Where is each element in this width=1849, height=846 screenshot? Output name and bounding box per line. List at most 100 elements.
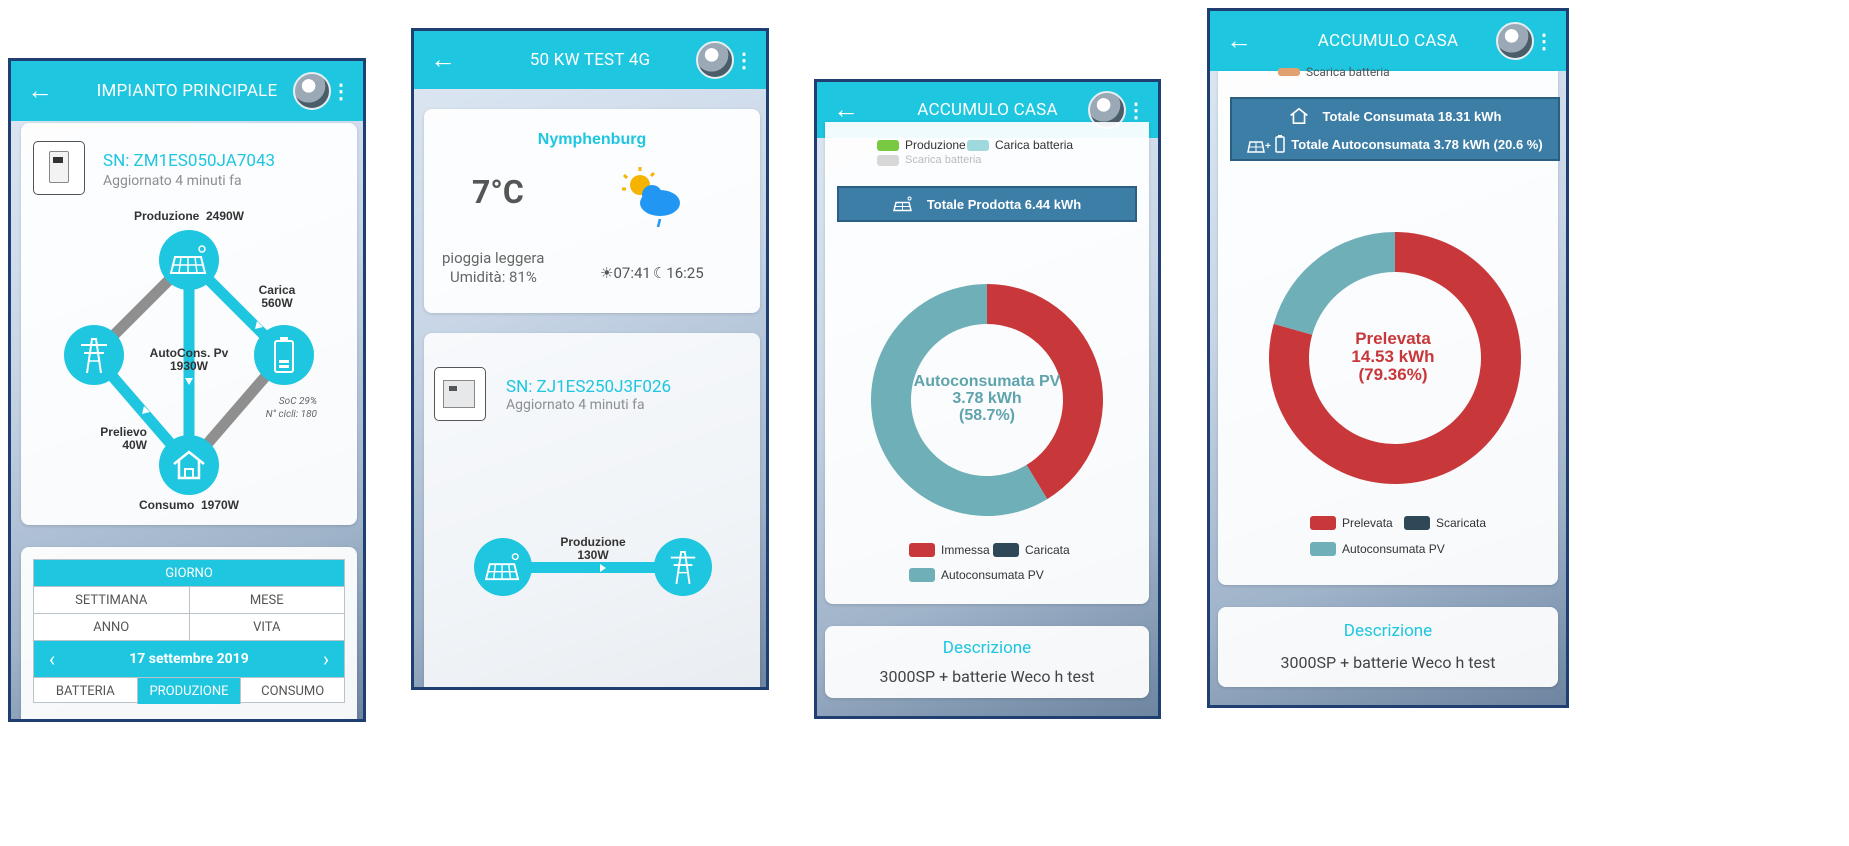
description-text: 3000SP + batterie Weco h test <box>879 667 1095 686</box>
production-chart-card: Produzione Carica batteria Scarica batte… <box>825 122 1149 604</box>
more-menu-icon[interactable]: ⋮ <box>1534 29 1554 53</box>
serial-number: SN: ZJ1ES250J3F026 <box>506 377 672 397</box>
legend-label: Scaricata <box>1436 516 1487 530</box>
legend-label: Autoconsumata PV <box>941 568 1044 582</box>
legend-immessa: Immessa <box>909 543 990 557</box>
sunset-time: 16:25 <box>666 264 704 282</box>
consumption-donut-chart <box>1269 232 1521 484</box>
consumption-chart-card: Scarica batteria Totale Consumata 18.31 … <box>1218 65 1560 585</box>
legend-swatch <box>1404 516 1430 530</box>
page-title: ACCUMULO CASA <box>1317 31 1459 51</box>
date-next-button[interactable]: › <box>308 641 344 677</box>
weather-temperature: 7°C <box>472 173 524 211</box>
solar-panel-icon <box>484 553 520 581</box>
production-value: 130W <box>577 548 609 562</box>
avatar[interactable] <box>1496 22 1534 60</box>
weather-humidity: Umidità: 81% <box>450 268 537 286</box>
screen-accumulo-casa-consumo: ← ACCUMULO CASA ⋮ Scarica batteria Total… <box>1207 8 1569 708</box>
more-menu-icon[interactable]: ⋮ <box>1126 98 1146 122</box>
donut-center-line2: 3.78 kWh <box>952 390 1022 407</box>
charge-value: 560W <box>261 296 293 310</box>
power-pylon-icon <box>670 551 696 585</box>
legend-autoconsumata: Autoconsumata PV <box>909 568 1044 582</box>
period-selector-card: GIORNO SETTIMANA MESE ANNO VITA ‹ 17 set… <box>21 547 357 719</box>
avatar[interactable] <box>696 41 734 79</box>
donut-center-line2: 14.53 kWh <box>1351 347 1435 366</box>
production-label: Produzione <box>560 535 626 549</box>
tab-vita[interactable]: VITA <box>190 614 345 640</box>
tab-produzione[interactable]: PRODUZIONE <box>137 678 242 704</box>
self-consumption-value: 1930W <box>169 359 209 373</box>
tab-batteria[interactable]: BATTERIA <box>34 678 138 704</box>
sunrise-icon: ☀ <box>600 264 614 282</box>
screen-impianto-principale: ← IMPIANTO PRINCIPALE ⋮ SN: ZM1ES050JA70… <box>8 58 366 722</box>
consumption-label: Consumo 1970W <box>138 498 240 512</box>
tab-consumo[interactable]: CONSUMO <box>241 678 344 704</box>
screen-accumulo-casa-produzione: ← ACCUMULO CASA ⋮ Produzione Carica batt… <box>814 79 1161 719</box>
app-bar: ← IMPIANTO PRINCIPALE ⋮ <box>11 61 363 121</box>
tab-giorno[interactable]: GIORNO <box>34 560 344 586</box>
description-text: 3000SP + batterie Weco h test <box>1280 653 1496 672</box>
more-menu-icon[interactable]: ⋮ <box>331 79 351 103</box>
tab-settimana[interactable]: SETTIMANA <box>34 587 190 613</box>
production-label: Produzione 2490W <box>133 209 245 223</box>
grid-node[interactable] <box>654 538 712 596</box>
legend-caricata: Caricata <box>993 543 1070 557</box>
date-display: 17 settembre 2019 <box>129 651 249 667</box>
legend-swatch <box>1310 516 1336 530</box>
back-arrow-icon[interactable]: ← <box>27 78 53 104</box>
battery-node[interactable] <box>254 325 314 385</box>
app-bar: ← 50 KW TEST 4G ⋮ <box>414 31 766 89</box>
moon-icon: ☾ <box>652 264 667 282</box>
battery-icon <box>274 337 294 373</box>
description-title: Descrizione <box>942 638 1032 658</box>
solar-panel-node[interactable] <box>159 230 219 290</box>
tab-mese[interactable]: MESE <box>190 587 345 613</box>
legend-label: Autoconsumata PV <box>1342 542 1445 556</box>
description-title: Descrizione <box>1343 621 1433 641</box>
back-arrow-icon[interactable]: ← <box>1226 28 1252 54</box>
plant-card: SN: ZJ1ES250J3F026 Aggiornato 4 minuti f… <box>424 333 760 687</box>
weather-condition: pioggia leggera <box>442 249 545 267</box>
weather-card: Nymphenburg 7°C pioggia leggera Umidità:… <box>424 109 760 313</box>
date-prev-button[interactable]: ‹ <box>34 641 70 677</box>
avatar[interactable] <box>293 72 331 110</box>
battery-cycles: N° cicli: 180 <box>265 409 317 420</box>
back-arrow-icon[interactable]: ← <box>430 47 456 73</box>
donut-slice-autoconsumata-pv[interactable] <box>1273 232 1395 335</box>
legend-swatch <box>993 543 1019 557</box>
page-title: ACCUMULO CASA <box>917 100 1058 120</box>
donut-center-line1: Autoconsumata PV <box>913 373 1061 390</box>
solar-panel-node[interactable] <box>474 538 532 596</box>
tab-anno[interactable]: ANNO <box>34 614 190 640</box>
page-title: 50 KW TEST 4G <box>529 50 651 70</box>
sun-cloud-rain-icon <box>622 167 680 228</box>
weather-location: Nymphenburg <box>537 131 647 148</box>
app-bar: ← ACCUMULO CASA ⋮ <box>1210 11 1566 71</box>
house-icon <box>173 450 205 480</box>
power-pylon-icon <box>81 338 107 374</box>
flow-arrow-icon <box>600 564 606 572</box>
donut-center-line3: (58.7%) <box>958 407 1016 424</box>
grid-node[interactable] <box>64 325 124 385</box>
description-card: Descrizione 3000SP + batterie Weco h tes… <box>1218 607 1558 687</box>
production-donut-chart <box>871 284 1103 516</box>
withdrawal-value: 40W <box>122 438 147 452</box>
house-node[interactable] <box>159 435 219 495</box>
legend-label: Prelevata <box>1342 516 1393 530</box>
solar-panel-icon <box>169 245 207 274</box>
legend-scaricata: Scaricata <box>1404 516 1486 530</box>
flow-link-pv-grid <box>524 562 674 573</box>
sun-times: ☀ 07:41 ☾ 16:25 <box>600 264 704 282</box>
plant-flow-card: SN: ZM1ES050JA7043 Aggiornato 4 minuti f… <box>21 123 357 525</box>
period-tabs: GIORNO SETTIMANA MESE ANNO VITA ‹ 17 set… <box>33 559 345 704</box>
back-arrow-icon[interactable]: ← <box>833 97 859 123</box>
legend-swatch <box>1310 542 1336 556</box>
updated-text: Aggiornato 4 minuti fa <box>506 397 645 413</box>
donut-center-line1: Prelevata <box>1355 329 1431 348</box>
inverter-icon <box>434 367 486 421</box>
legend-swatch <box>909 543 935 557</box>
more-menu-icon[interactable]: ⋮ <box>734 48 754 72</box>
screen-50kw-test: ← 50 KW TEST 4G ⋮ Nymphenburg 7°C pioggi… <box>411 28 769 690</box>
self-consumption-label: AutoCons. Pv <box>149 346 229 360</box>
